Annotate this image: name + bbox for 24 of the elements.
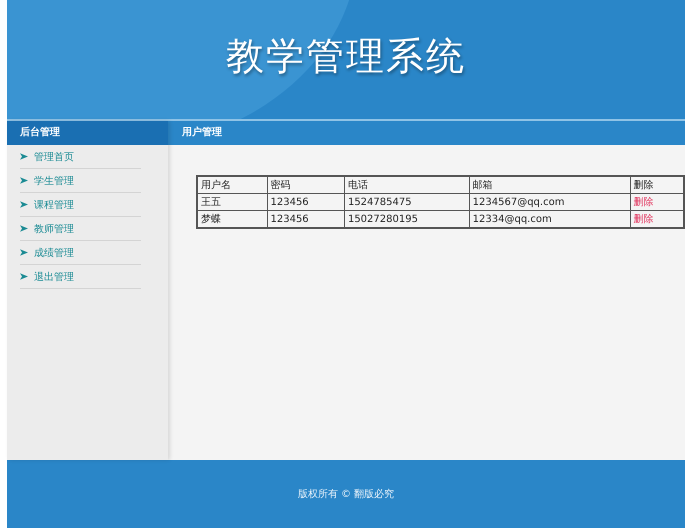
arrow-icon (20, 153, 28, 160)
table-cell: 1524785475 (344, 194, 470, 210)
sidebar-item[interactable]: 课程管理 (34, 198, 74, 212)
copyright-text: 版权所有 © 翻版必究 (298, 488, 394, 501)
column-header: 用户名 (197, 176, 267, 194)
sidebar-item[interactable]: 学生管理 (34, 174, 74, 188)
sidebar-title: 后台管理 (7, 121, 168, 145)
section-title: 用户管理 (168, 121, 685, 145)
table-cell: 123456 (267, 194, 344, 210)
sidebar-item[interactable]: 教师管理 (34, 222, 74, 236)
arrow-icon (20, 249, 28, 256)
arrow-icon (20, 273, 28, 280)
arrow-icon (20, 201, 28, 208)
arrow-icon (20, 225, 28, 232)
column-header: 邮箱 (469, 176, 630, 194)
sidebar-item[interactable]: 成绩管理 (34, 246, 74, 260)
arrow-icon (20, 177, 28, 184)
sidebar-item[interactable]: 退出管理 (34, 270, 74, 284)
site-title: 教学管理系统 (226, 33, 466, 80)
column-header: 密码 (267, 176, 344, 194)
table-cell: 1234567@qq.com (469, 194, 630, 210)
table-cell: 王五 (197, 194, 267, 210)
sidebar-item[interactable]: 管理首页 (34, 150, 74, 164)
column-header: 电话 (344, 176, 470, 194)
